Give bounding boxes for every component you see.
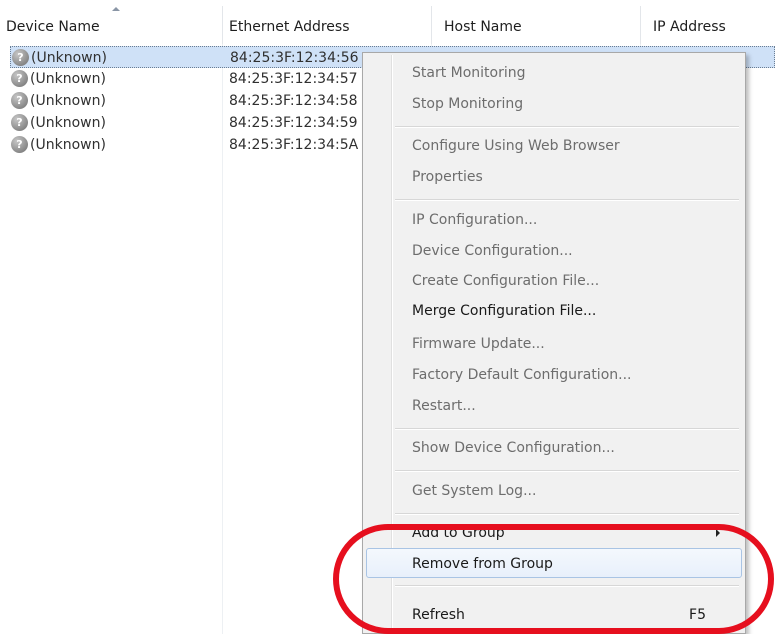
menu-item-merge-configuration-file[interactable]: Merge Configuration File... <box>366 296 742 326</box>
menu-item-configure-web-browser[interactable]: Configure Using Web Browser <box>366 131 742 161</box>
menu-item-refresh[interactable]: Refresh F5 <box>366 600 742 630</box>
device-name-cell: (Unknown) <box>30 93 106 109</box>
menu-separator <box>395 585 739 587</box>
device-name-cell: (Unknown) <box>30 137 106 153</box>
menu-item-factory-default-configuration[interactable]: Factory Default Configuration... <box>366 360 742 390</box>
menu-item-get-system-log[interactable]: Get System Log... <box>366 476 742 506</box>
column-header-ethernet-address[interactable]: Ethernet Address <box>223 0 431 44</box>
ethernet-address-cell: 84:25:3F:12:34:58 <box>229 93 358 109</box>
shortcut-label: F5 <box>689 607 706 623</box>
menu-separator <box>395 470 739 472</box>
menu-separator <box>395 199 739 201</box>
menu-item-label: Add to Group <box>412 525 505 541</box>
menu-item-firmware-update[interactable]: Firmware Update... <box>366 329 742 359</box>
context-menu: Start Monitoring Stop Monitoring Configu… <box>362 52 746 634</box>
device-name-cell: (Unknown) <box>30 71 106 87</box>
ethernet-address-cell: 84:25:3F:12:34:59 <box>229 115 358 131</box>
menu-item-add-to-group[interactable]: Add to Group <box>366 518 742 548</box>
menu-separator <box>395 513 739 515</box>
ethernet-address-cell: 84:25:3F:12:34:56 <box>230 50 359 66</box>
menu-item-device-configuration[interactable]: Device Configuration... <box>366 236 742 266</box>
menu-item-label: Refresh <box>412 607 465 623</box>
menu-item-create-configuration-file[interactable]: Create Configuration File... <box>366 266 742 296</box>
menu-separator <box>395 126 739 128</box>
menu-item-remove-from-group[interactable]: Remove from Group <box>366 548 742 578</box>
list-header: Device Name Ethernet Address Host Name I… <box>0 0 775 44</box>
device-name-cell: (Unknown) <box>30 115 106 131</box>
menu-item-stop-monitoring[interactable]: Stop Monitoring <box>366 89 742 119</box>
submenu-arrow-icon <box>716 529 720 537</box>
column-header-ip-address[interactable]: IP Address <box>641 0 775 44</box>
column-header-host-name[interactable]: Host Name <box>432 0 640 44</box>
menu-item-start-monitoring[interactable]: Start Monitoring <box>366 58 742 88</box>
menu-item-show-device-configuration[interactable]: Show Device Configuration... <box>366 433 742 463</box>
unknown-device-icon: ? <box>11 136 28 153</box>
menu-item-ip-configuration[interactable]: IP Configuration... <box>366 205 742 235</box>
ethernet-address-cell: 84:25:3F:12:34:57 <box>229 71 358 87</box>
device-name-cell: (Unknown) <box>31 50 107 66</box>
unknown-device-icon: ? <box>11 114 28 131</box>
menu-separator <box>395 428 739 430</box>
unknown-device-icon: ? <box>12 49 29 66</box>
ethernet-address-cell: 84:25:3F:12:34:5A <box>229 137 359 153</box>
unknown-device-icon: ? <box>11 70 28 87</box>
menu-item-properties[interactable]: Properties <box>366 162 742 192</box>
menu-item-restart[interactable]: Restart... <box>366 391 742 421</box>
column-header-device-name[interactable]: Device Name <box>0 0 222 44</box>
unknown-device-icon: ? <box>11 92 28 109</box>
sort-ascending-icon <box>112 7 120 11</box>
